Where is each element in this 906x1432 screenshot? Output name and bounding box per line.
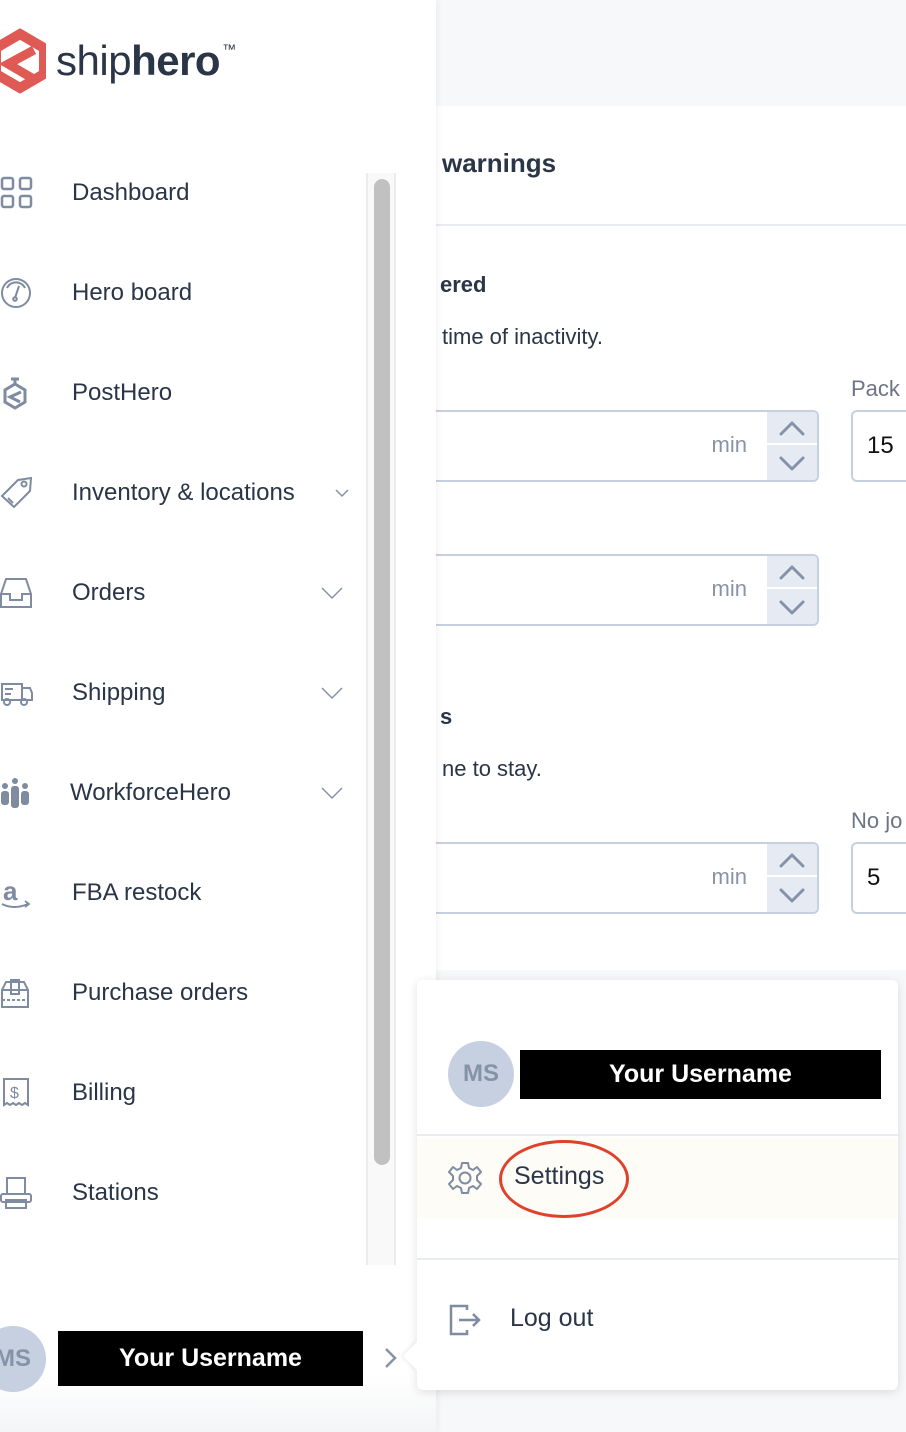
receipt-icon: $ — [0, 1076, 34, 1110]
section-title: s — [440, 704, 453, 729]
shiphero-logo-icon — [0, 28, 46, 94]
section-description: time of inactivity. — [442, 324, 603, 349]
logout-menu-item[interactable]: Log out — [417, 1280, 898, 1360]
card-divider — [436, 224, 906, 226]
scrollbar-thumb[interactable] — [374, 179, 390, 1165]
chevron-down-icon — [320, 781, 344, 805]
minutes-stepper-2[interactable]: min — [436, 554, 819, 626]
logout-icon — [449, 1304, 481, 1336]
avatar: MS — [0, 1326, 46, 1392]
sidebar-item-workforcehero[interactable]: WorkforceHero — [0, 763, 360, 823]
package-icon — [0, 976, 34, 1010]
trademark: ™ — [222, 41, 236, 57]
chevron-up-icon — [779, 421, 805, 435]
shiphero-logo[interactable]: shiphero ™ — [0, 16, 236, 106]
truck-icon — [0, 676, 34, 710]
sidebar-item-label: FBA restock — [72, 879, 202, 906]
sidebar-item-label: Orders — [72, 579, 146, 606]
sidebar-item-posthero[interactable]: PostHero — [0, 363, 360, 423]
settings-menu-item[interactable]: Settings — [417, 1138, 898, 1218]
unit-label: min — [711, 432, 747, 457]
minutes-stepper-3[interactable]: min — [436, 842, 819, 914]
sidebar-item-hero-board[interactable]: Hero board — [0, 263, 360, 323]
logo-text-light: ship — [56, 37, 132, 84]
popover-user-header: MS Your Username — [417, 980, 898, 1136]
sidebar-item-stations[interactable]: Stations — [0, 1163, 360, 1223]
menu-divider — [417, 1258, 898, 1260]
chevron-down-icon — [779, 888, 805, 902]
no-job-input[interactable]: 5 — [851, 842, 906, 914]
settings-label: Settings — [514, 1162, 605, 1190]
section-description: ne to stay. — [442, 756, 542, 781]
sidebar-item-purchase-orders[interactable]: Purchase orders — [0, 963, 360, 1023]
no-job-field-label: No jo — [851, 808, 903, 833]
chevron-down-icon — [330, 481, 354, 505]
chevron-down-icon — [779, 456, 805, 470]
sidebar-item-label: Shipping — [72, 679, 166, 706]
printer-icon — [0, 1176, 34, 1210]
username: Your Username — [520, 1050, 881, 1099]
logo-text: shiphero ™ — [56, 37, 236, 85]
unit-label: min — [711, 576, 747, 601]
chevron-down-icon — [320, 581, 344, 605]
username: Your Username — [58, 1331, 363, 1386]
decrement-button[interactable] — [767, 591, 817, 624]
settings-card: warnings ered time of inactivity. Pack m… — [436, 106, 906, 970]
chevron-down-icon — [320, 681, 344, 705]
logout-label: Log out — [510, 1304, 594, 1332]
gauge-icon — [0, 276, 34, 310]
section-title: ered — [440, 272, 487, 297]
sidebar-item-label: Purchase orders — [72, 979, 249, 1006]
posthero-icon — [0, 376, 34, 410]
logo-text-bold: hero — [131, 37, 221, 84]
minutes-stepper-1[interactable]: min — [436, 410, 819, 482]
decrement-button[interactable] — [767, 447, 817, 480]
pack-field-label: Pack — [851, 376, 900, 401]
amazon-icon: a — [0, 876, 34, 910]
sidebar-item-label: Billing — [72, 1079, 137, 1106]
sidebar-item-label: Inventory & locations — [72, 479, 295, 506]
sidebar-item-inventory[interactable]: Inventory & locations — [0, 463, 360, 523]
increment-button[interactable] — [767, 556, 817, 589]
chevron-right-icon — [385, 1348, 397, 1368]
spin-buttons — [767, 844, 817, 912]
user-popover-menu: MS Your Username Settings Log out — [402, 980, 898, 1390]
increment-button[interactable] — [767, 412, 817, 445]
sidebar-item-label: Hero board — [72, 279, 193, 306]
sidebar-item-label: WorkforceHero — [70, 779, 231, 806]
sidebar-item-label: Dashboard — [72, 179, 190, 206]
svg-text:$: $ — [10, 1085, 19, 1102]
pack-input[interactable]: 15 — [851, 410, 906, 482]
spin-buttons — [767, 556, 817, 624]
unit-label: min — [711, 864, 747, 889]
gear-icon — [448, 1162, 482, 1194]
sidebar-item-fba-restock[interactable]: a FBA restock — [0, 863, 360, 923]
spin-buttons — [767, 412, 817, 480]
sidebar: shiphero ™ Dashboard Hero board PostHero … — [0, 0, 436, 1432]
tag-icon — [0, 476, 34, 510]
chevron-up-icon — [779, 853, 805, 867]
decrement-button[interactable] — [767, 879, 817, 912]
sidebar-item-orders[interactable]: Orders — [0, 563, 360, 623]
sidebar-item-billing[interactable]: $ Billing — [0, 1063, 360, 1123]
chevron-down-icon — [779, 600, 805, 614]
chevron-up-icon — [779, 565, 805, 579]
inbox-icon — [0, 576, 34, 610]
sidebar-item-label: Stations — [72, 1179, 159, 1206]
sidebar-item-dashboard[interactable]: Dashboard — [0, 163, 360, 223]
card-title: warnings — [442, 148, 557, 178]
team-icon — [0, 776, 34, 810]
sidebar-scrollbar[interactable] — [366, 173, 396, 1265]
sidebar-item-shipping[interactable]: Shipping — [0, 663, 360, 723]
user-menu-trigger[interactable]: MS Your Username — [0, 1290, 436, 1432]
avatar: MS — [448, 1041, 514, 1107]
grid-icon — [0, 176, 34, 210]
increment-button[interactable] — [767, 844, 817, 877]
svg-text:a: a — [3, 876, 18, 906]
sidebar-item-label: PostHero — [72, 379, 173, 406]
